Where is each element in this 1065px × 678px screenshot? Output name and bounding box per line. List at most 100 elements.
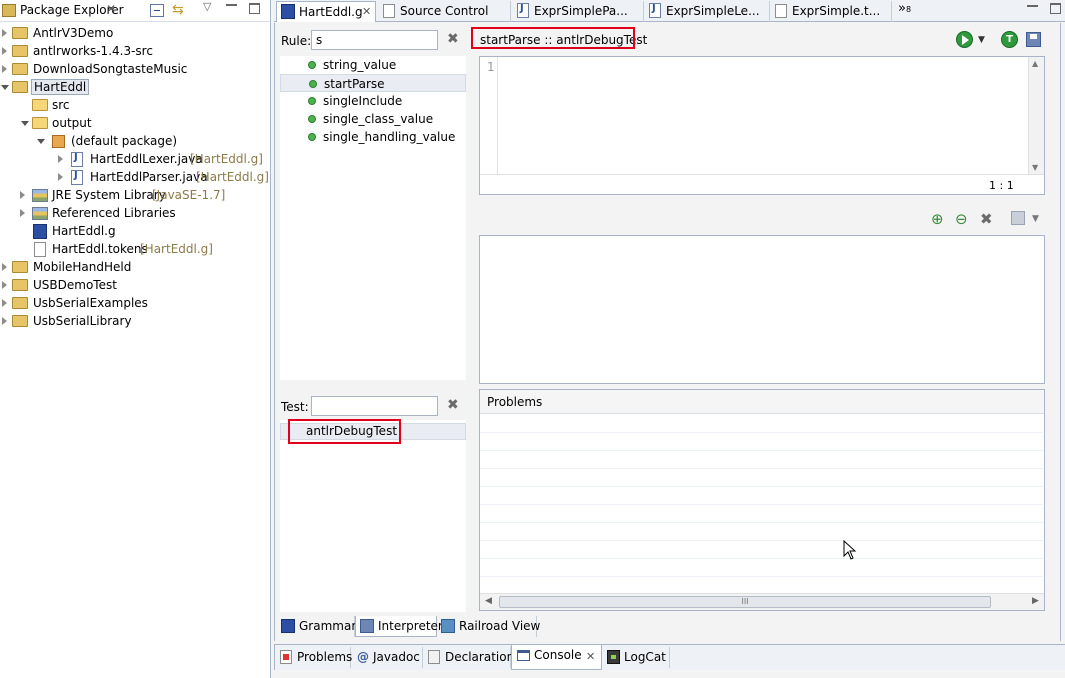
tree-item-harteddl[interactable]: HartEddl (0, 78, 268, 96)
tab-javadoc[interactable]: @ Javadoc (351, 647, 423, 668)
tree-item-label: src (52, 98, 70, 112)
test-run-icon[interactable]: T (1001, 31, 1018, 48)
rule-label: singleInclude (323, 94, 403, 108)
close-icon[interactable]: ✕ (586, 646, 595, 667)
clear-rule-icon[interactable]: ✖ (447, 31, 459, 47)
rule-item[interactable]: string_value (280, 56, 466, 74)
collapse-arrow-icon[interactable] (37, 139, 45, 144)
text-file-icon (775, 4, 787, 18)
rule-label: Rule: (281, 34, 312, 48)
parse-tree-panel[interactable] (479, 235, 1045, 384)
tree-item-mobilehandheld[interactable]: MobileHandHeld (0, 258, 268, 276)
tab-label: Source Control (400, 4, 489, 18)
run-icon[interactable] (956, 31, 973, 48)
tree-item-label: AntlrV3Demo (33, 26, 114, 40)
expand-arrow-icon[interactable] (2, 317, 7, 325)
scroll-up-icon[interactable]: ▲ (1032, 59, 1038, 68)
tree-item-default-package[interactable]: (default package) (0, 132, 268, 150)
vertical-scrollbar[interactable]: ▲ ▼ (1028, 57, 1044, 174)
tab-grammar[interactable]: Grammar (277, 616, 356, 637)
rule-item-selected[interactable]: startParse (280, 74, 466, 92)
rule-item[interactable]: single_handling_value (280, 128, 466, 146)
tree-item-jre-library[interactable]: JRE System Library [JavaSE-1.7] (0, 186, 268, 204)
tab-exprsimple-parser[interactable]: J ExprSimplePa... (512, 1, 644, 22)
tab-source-control[interactable]: Source Control (378, 1, 511, 22)
tree-item-antlrv3demo[interactable]: AntlrV3Demo (0, 24, 268, 42)
link-with-editor-icon[interactable]: ⇆ (172, 2, 184, 18)
rule-icon (308, 97, 316, 105)
rule-item[interactable]: singleInclude (280, 92, 466, 110)
expand-arrow-icon[interactable] (2, 47, 7, 55)
tree-item-label: MobileHandHeld (33, 260, 132, 274)
tab-harteddl-g[interactable]: HartEddl.g ✕ (276, 1, 376, 22)
zoom-out-icon[interactable]: ⊖ (955, 210, 968, 228)
input-text-editor[interactable]: 1 ▲ ▼ 1 : 1 (479, 56, 1045, 195)
expand-arrow-icon[interactable] (20, 191, 25, 199)
expand-arrow-icon[interactable] (2, 281, 7, 289)
tree-item-tokens-file[interactable]: HartEddl.tokens [HartEddl.g] (0, 240, 268, 258)
scroll-thumb[interactable]: III (499, 596, 991, 608)
expand-arrow-icon[interactable] (2, 65, 7, 73)
save-icon[interactable] (1026, 32, 1041, 47)
tab-console[interactable]: Console ✕ (511, 645, 602, 670)
run-dropdown-icon[interactable]: ▼ (978, 35, 985, 45)
highlight-box (471, 27, 635, 49)
tab-problems[interactable]: Problems (275, 647, 352, 668)
tree-item-grammar-file[interactable]: HartEddl.g (0, 222, 268, 240)
tree-item-referenced-libraries[interactable]: Referenced Libraries (0, 204, 268, 222)
expand-arrow-icon[interactable] (58, 173, 63, 181)
collapse-arrow-icon[interactable] (1, 85, 9, 90)
expand-arrow-icon[interactable] (20, 209, 25, 217)
scroll-left-icon[interactable]: ◀ (485, 596, 492, 606)
close-icon[interactable]: ✕ (106, 2, 116, 16)
expand-arrow-icon[interactable] (58, 155, 63, 163)
scroll-right-icon[interactable]: ▶ (1032, 596, 1039, 606)
library-icon (32, 189, 48, 202)
tab-exprsimple-lexer[interactable]: J ExprSimpleLe... (644, 1, 770, 22)
export-icon[interactable] (1011, 211, 1025, 225)
rule-filter-input[interactable] (311, 30, 438, 50)
tab-railroad-view[interactable]: Railroad View (437, 616, 540, 637)
problems-icon (280, 650, 292, 664)
export-dropdown-icon[interactable]: ▼ (1032, 214, 1039, 224)
tab-interpreter[interactable]: Interpreter (355, 616, 443, 637)
horizontal-scrollbar[interactable]: ◀ III ▶ (480, 593, 1044, 610)
collapse-all-icon[interactable] (150, 4, 164, 17)
tab-overflow-button[interactable]: »8 (898, 1, 911, 16)
rule-label: single_class_value (323, 112, 434, 126)
minimize-icon[interactable] (226, 4, 237, 6)
rule-item[interactable]: single_class_value (280, 110, 466, 128)
tree-item-downloadsongtaste[interactable]: DownloadSongtasteMusic (0, 60, 268, 78)
problems-header[interactable]: Problems (487, 395, 542, 409)
tree-item-src[interactable]: src (0, 96, 268, 114)
tree-item-label: HartEddl.g (52, 224, 116, 238)
clear-test-icon[interactable]: ✖ (447, 397, 459, 413)
tab-logcat[interactable]: LogCat (602, 647, 670, 668)
close-icon[interactable]: ✕ (362, 2, 371, 22)
tab-label: Declaration (445, 650, 515, 664)
expand-arrow-icon[interactable] (2, 299, 7, 307)
maximize-icon[interactable] (249, 3, 260, 14)
rule-icon (308, 115, 316, 123)
tree-item-usbdemotest[interactable]: USBDemoTest (0, 276, 268, 294)
tree-item-output[interactable]: output (0, 114, 268, 132)
tab-exprsimple-tokens[interactable]: ExprSimple.t... (770, 1, 892, 22)
tree-item-lexer-java[interactable]: HartEddlLexer.java [HartEddl.g] (0, 150, 268, 168)
minimize-icon[interactable] (1027, 5, 1038, 7)
tree-item-antlrworks[interactable]: antlrworks-1.4.3-src (0, 42, 268, 60)
tab-declaration[interactable]: Declaration (423, 647, 515, 668)
tree-item-usbseriallibrary[interactable]: UsbSerialLibrary (0, 312, 268, 330)
test-filter-input[interactable] (311, 396, 438, 416)
collapse-arrow-icon[interactable] (21, 121, 29, 126)
project-icon (12, 63, 28, 75)
tree-item-usbserialexamples[interactable]: UsbSerialExamples (0, 294, 268, 312)
expand-arrow-icon[interactable] (2, 263, 7, 271)
tree-item-label: HartEddl (31, 79, 90, 95)
expand-arrow-icon[interactable] (2, 29, 7, 37)
clear-tree-icon[interactable]: ✖ (980, 210, 993, 228)
zoom-in-icon[interactable]: ⊕ (931, 210, 944, 228)
view-menu-icon[interactable]: ▽ (203, 0, 211, 13)
maximize-icon[interactable] (1050, 3, 1061, 14)
tree-item-parser-java[interactable]: HartEddlParser.java [HartEddl.g] (0, 168, 269, 186)
scroll-down-icon[interactable]: ▼ (1032, 163, 1038, 172)
